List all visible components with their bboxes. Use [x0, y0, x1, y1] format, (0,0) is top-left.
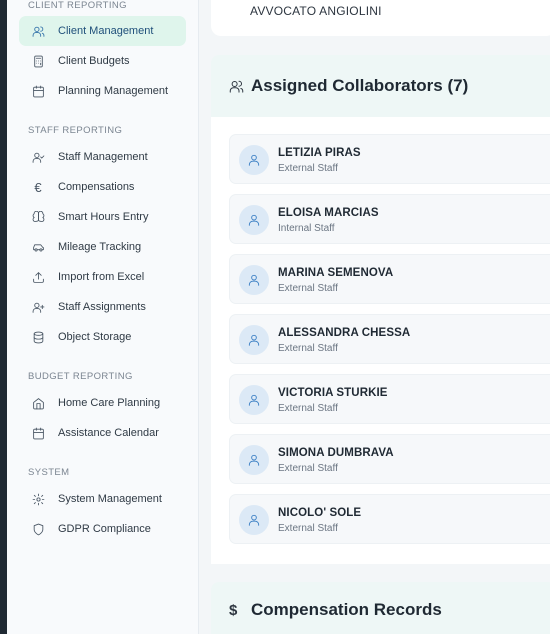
- collaborator-name: SIMONA DUMBRAVA: [278, 447, 394, 459]
- sidebar-item-staff-management[interactable]: Staff Management: [19, 142, 186, 172]
- sidebar-item-label: Staff Management: [58, 151, 148, 163]
- sidebar: Client Reporting Client Management Clien…: [7, 0, 199, 634]
- calendar-icon: [31, 426, 45, 440]
- avatar: [239, 145, 269, 175]
- collaborator-row[interactable]: VICTORIA STURKIE External Staff: [229, 374, 550, 424]
- collaborator-name: NICOLO' SOLE: [278, 507, 362, 519]
- calendar-icon: [31, 84, 45, 98]
- user-plus-icon: [31, 300, 45, 314]
- avatar: [239, 445, 269, 475]
- sidebar-item-client-budgets[interactable]: Client Budgets: [19, 46, 186, 76]
- sidebar-item-import-from-excel[interactable]: Import from Excel: [19, 262, 186, 292]
- collaborator-row[interactable]: SIMONA DUMBRAVA External Staff: [229, 434, 550, 484]
- client-lawyer-text: AVVOCATO ANGIOLINI: [250, 4, 382, 18]
- sidebar-item-label: GDPR Compliance: [58, 523, 151, 535]
- user-check-icon: [31, 150, 45, 164]
- section-title-budget-reporting: Budget Reporting: [28, 371, 133, 382]
- users-icon: [229, 79, 244, 94]
- collaborator-role: External Staff: [278, 403, 338, 414]
- sidebar-item-label: Home Care Planning: [58, 397, 161, 409]
- brain-icon: [31, 210, 45, 224]
- sidebar-item-label: Smart Hours Entry: [58, 211, 149, 223]
- user-icon: [248, 274, 260, 286]
- sidebar-item-home-care-planning[interactable]: Home Care Planning: [19, 388, 186, 418]
- gear-icon: [31, 492, 45, 506]
- user-icon: [248, 214, 260, 226]
- collaborator-role: External Staff: [278, 343, 338, 354]
- collaborators-list: LETIZIA PIRAS External Staff ELOISA MARC…: [211, 117, 550, 564]
- avatar: [239, 205, 269, 235]
- main-content: AVVOCATO ANGIOLINI Assigned Collaborator…: [199, 0, 550, 634]
- collaborator-name: LETIZIA PIRAS: [278, 147, 361, 159]
- calculator-icon: [31, 54, 45, 68]
- collaborators-title: Assigned Collaborators (7): [251, 76, 469, 95]
- window-edge: [0, 0, 7, 634]
- user-icon: [248, 334, 260, 346]
- users-icon: [31, 24, 45, 38]
- collaborator-row[interactable]: ELOISA MARCIAS Internal Staff: [229, 194, 550, 244]
- collaborator-name: MARINA SEMENOVA: [278, 267, 394, 279]
- sidebar-item-label: Object Storage: [58, 331, 132, 343]
- user-icon: [248, 454, 260, 466]
- collaborators-header: Assigned Collaborators (7): [211, 55, 550, 117]
- compensation-title: Compensation Records: [251, 600, 442, 619]
- avatar: [239, 505, 269, 535]
- collaborator-row[interactable]: MARINA SEMENOVA External Staff: [229, 254, 550, 304]
- user-icon: [248, 154, 260, 166]
- collaborator-row[interactable]: LETIZIA PIRAS External Staff: [229, 134, 550, 184]
- sidebar-item-compensations[interactable]: € Compensations: [19, 172, 186, 202]
- collaborator-row[interactable]: ALESSANDRA CHESSA External Staff: [229, 314, 550, 364]
- sidebar-item-assistance-calendar[interactable]: Assistance Calendar: [19, 418, 186, 448]
- collaborator-role: External Staff: [278, 283, 338, 294]
- avatar: [239, 385, 269, 415]
- sidebar-item-label: Client Budgets: [58, 55, 130, 67]
- collaborator-name: ELOISA MARCIAS: [278, 207, 379, 219]
- car-icon: [31, 240, 45, 254]
- collaborator-role: External Staff: [278, 523, 338, 534]
- database-icon: [31, 330, 45, 344]
- compensation-header: $ Compensation Records: [211, 582, 550, 634]
- sidebar-item-client-management[interactable]: Client Management: [19, 16, 186, 46]
- upload-icon: [31, 270, 45, 284]
- avatar: [239, 325, 269, 355]
- sidebar-item-system-management[interactable]: System Management: [19, 484, 186, 514]
- sidebar-item-staff-assignments[interactable]: Staff Assignments: [19, 292, 186, 322]
- sidebar-item-object-storage[interactable]: Object Storage: [19, 322, 186, 352]
- avatar: [239, 265, 269, 295]
- client-info-card: AVVOCATO ANGIOLINI: [211, 0, 550, 36]
- sidebar-item-label: Staff Assignments: [58, 301, 146, 313]
- euro-icon: €: [34, 179, 42, 195]
- section-title-staff-reporting: Staff Reporting: [28, 125, 123, 136]
- sidebar-item-label: Compensations: [58, 181, 135, 193]
- collaborator-row[interactable]: NICOLO' SOLE External Staff: [229, 494, 550, 544]
- collaborator-role: Internal Staff: [278, 223, 335, 234]
- sidebar-item-planning-management[interactable]: Planning Management: [19, 76, 186, 106]
- sidebar-item-label: Planning Management: [58, 85, 169, 97]
- sidebar-item-label: Assistance Calendar: [58, 427, 159, 439]
- sidebar-item-label: System Management: [58, 493, 162, 505]
- sidebar-item-mileage-tracking[interactable]: Mileage Tracking: [19, 232, 186, 262]
- section-title-system: System: [28, 467, 70, 478]
- shield-icon: [31, 522, 45, 536]
- collaborator-name: VICTORIA STURKIE: [278, 387, 388, 399]
- collaborator-role: External Staff: [278, 163, 338, 174]
- sidebar-item-label: Client Management: [58, 25, 154, 37]
- user-icon: [248, 394, 260, 406]
- sidebar-item-gdpr-compliance[interactable]: GDPR Compliance: [19, 514, 186, 544]
- collaborator-name: ALESSANDRA CHESSA: [278, 327, 411, 339]
- home-icon: [31, 396, 45, 410]
- dollar-icon: $: [229, 601, 238, 619]
- user-icon: [248, 514, 260, 526]
- sidebar-item-label: Mileage Tracking: [58, 241, 142, 253]
- section-title-client-reporting: Client Reporting: [28, 0, 127, 11]
- collaborator-role: External Staff: [278, 463, 338, 474]
- sidebar-item-label: Import from Excel: [58, 271, 145, 283]
- sidebar-item-smart-hours-entry[interactable]: Smart Hours Entry: [19, 202, 186, 232]
